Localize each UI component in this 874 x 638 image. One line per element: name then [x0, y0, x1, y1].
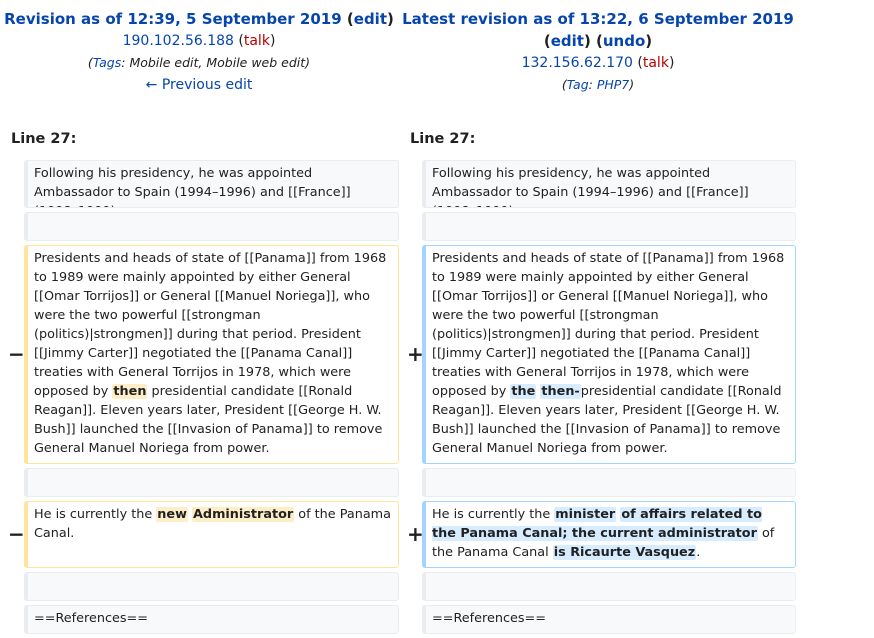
right-added-sentence: He is currently the minister of affairs …: [422, 501, 796, 568]
right-user-row: 132.156.62.170 (talk): [521, 55, 675, 71]
left-context-line: Following his presidency, he was appoint…: [24, 160, 399, 208]
added-word: then-: [540, 384, 581, 399]
left-revision-header: Revision as of 12:39, 5 September 2019 (…: [0, 8, 398, 96]
right-added-paragraph: Presidents and heads of state of [[Panam…: [422, 245, 796, 464]
left-deleted-marker: −: [8, 522, 25, 546]
left-user-row: 190.102.56.188 (talk): [122, 33, 276, 49]
added-word: minister: [554, 507, 617, 522]
deleted-word: Administrator: [192, 507, 295, 522]
left-deleted-sentence: He is currently the new Administrator of…: [24, 501, 399, 568]
left-revision-title-link[interactable]: Revision as of 12:39, 5 September 2019: [4, 10, 342, 28]
left-edit-link[interactable]: edit: [354, 10, 387, 28]
right-talk-link[interactable]: talk: [643, 55, 669, 71]
previous-edit-row: ← Previous edit: [0, 74, 398, 96]
right-empty-context-line: [422, 468, 796, 497]
right-revision-title-row: Latest revision as of 13:22, 6 September…: [398, 8, 798, 30]
right-empty-context-line: [422, 212, 796, 241]
right-context-line: Following his presidency, he was appoint…: [422, 160, 796, 208]
left-tags-label-link[interactable]: Tags: [93, 55, 121, 70]
left-deleted-marker: −: [8, 342, 25, 366]
right-tag-label-link[interactable]: Tag: [567, 77, 589, 92]
previous-edit-link[interactable]: ← Previous edit: [146, 77, 253, 93]
added-word: the: [510, 384, 537, 399]
left-line-number: Line 27:: [11, 131, 77, 147]
right-tag-value-link[interactable]: PHP7: [597, 77, 629, 92]
right-references-line: ==References==: [422, 605, 796, 634]
left-references-line: ==References==: [24, 605, 399, 634]
left-empty-context-line: [24, 212, 399, 241]
right-line-number: Line 27:: [410, 131, 476, 147]
deleted-word: then: [112, 384, 148, 399]
right-tags-row: (Tag: PHP7): [561, 77, 635, 92]
left-empty-context-line: [24, 468, 399, 497]
added-phrase: is Ricaurte Vasquez: [552, 545, 697, 560]
left-user-ip-link[interactable]: 190.102.56.188: [123, 33, 234, 49]
left-talk-link[interactable]: talk: [244, 33, 270, 49]
left-revision-title-row: Revision as of 12:39, 5 September 2019 (…: [4, 10, 394, 28]
right-user-ip-link[interactable]: 132.156.62.170: [522, 55, 633, 71]
deleted-word: new: [156, 507, 188, 522]
right-revision-header: Latest revision as of 13:22, 6 September…: [398, 8, 798, 96]
right-edit-link[interactable]: edit: [551, 32, 584, 50]
left-deleted-paragraph: Presidents and heads of state of [[Panam…: [24, 245, 399, 464]
right-revision-title-link[interactable]: Latest revision as of 13:22, 6 September…: [402, 10, 794, 28]
left-tags-value: Mobile edit, Mobile web edit: [129, 55, 306, 70]
right-actions-row: (edit) (undo): [543, 32, 653, 50]
right-empty-context-line: [422, 572, 796, 601]
left-tags-row: (Tags: Mobile edit, Mobile web edit): [87, 55, 311, 70]
undo-link[interactable]: undo: [603, 32, 645, 50]
left-empty-context-line: [24, 572, 399, 601]
